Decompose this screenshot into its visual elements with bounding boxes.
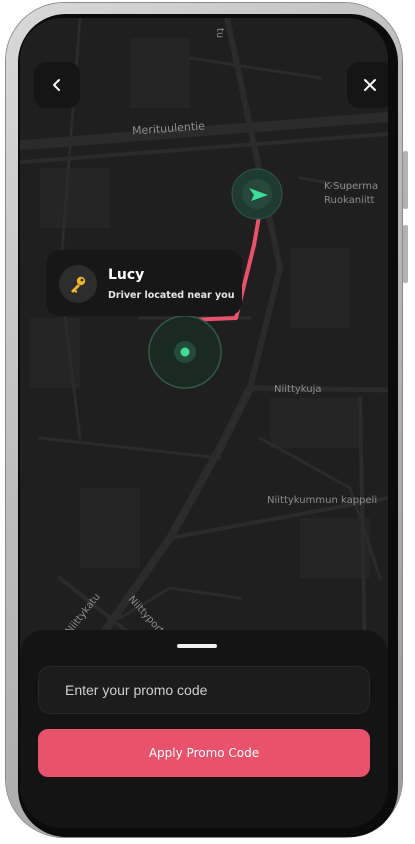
key-icon bbox=[71, 276, 86, 293]
app-screen: Merituulentie Niittykuja Niittykummun ka… bbox=[20, 18, 388, 828]
sheet-grab-handle[interactable] bbox=[177, 644, 217, 648]
street-label: tu bbox=[214, 28, 225, 39]
close-icon bbox=[364, 79, 376, 91]
pickup-location-dot bbox=[180, 347, 190, 357]
street-label: Niittykummun kappeli bbox=[267, 495, 378, 506]
promo-field bbox=[38, 666, 370, 714]
driver-name: Lucy bbox=[108, 267, 145, 283]
avatar bbox=[59, 265, 97, 303]
place-label: Ruokaniitt bbox=[324, 195, 375, 206]
apply-promo-button[interactable]: Apply Promo Code bbox=[38, 729, 370, 777]
place-label: K-Superma bbox=[324, 181, 379, 192]
promo-bottom-sheet: Apply Promo Code bbox=[20, 630, 388, 828]
close-button[interactable] bbox=[347, 62, 388, 108]
chevron-left-icon bbox=[53, 79, 60, 91]
volume-button bbox=[403, 151, 408, 209]
driver-card[interactable]: Lucy Driver located near you bbox=[46, 250, 242, 316]
driver-status: Driver located near you bbox=[108, 290, 235, 301]
promo-code-input[interactable] bbox=[39, 667, 369, 713]
power-button bbox=[403, 225, 408, 283]
back-button[interactable] bbox=[34, 62, 80, 108]
street-label: Niittykuja bbox=[274, 384, 322, 395]
